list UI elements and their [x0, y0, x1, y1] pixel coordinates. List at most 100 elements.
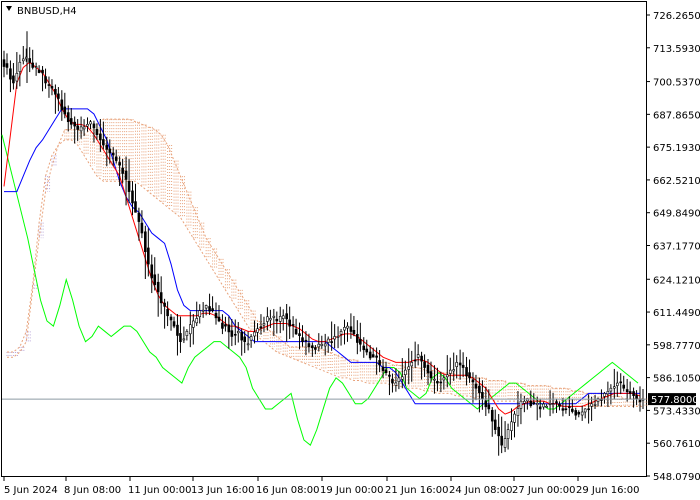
candle-body	[137, 212, 141, 222]
candle-body	[407, 366, 411, 370]
candle-body	[452, 369, 455, 372]
candle-body	[44, 76, 47, 84]
symbol-header[interactable]: BNBUSD,H4	[6, 6, 77, 17]
candle-body	[163, 302, 166, 307]
x-tick-label: 16 Jun 08:00	[256, 485, 320, 496]
candle-body	[571, 408, 574, 412]
candle-body	[371, 354, 375, 358]
y-tick-label: 700.5370	[653, 78, 700, 89]
candle-body	[127, 181, 131, 192]
candle-body	[236, 331, 240, 334]
x-tick-label: 24 Jun 08:00	[449, 485, 513, 496]
candle-body	[311, 345, 314, 349]
candle-body	[535, 402, 539, 406]
candle-body	[375, 355, 378, 358]
candle-body	[381, 366, 385, 372]
candle-body	[538, 406, 542, 410]
candle-body	[368, 351, 372, 359]
y-tick-label: 662.5210	[653, 176, 700, 187]
y-tick-label: 687.8650	[653, 110, 700, 121]
candle-body	[616, 382, 619, 386]
candle-body	[15, 72, 19, 82]
candle-body	[445, 374, 449, 378]
candle-body	[63, 106, 67, 115]
candle-body	[523, 400, 526, 404]
price-tag-value: 577.8000	[651, 395, 699, 406]
candle-body	[99, 133, 102, 141]
candle-body	[352, 329, 356, 335]
candle-body	[230, 330, 234, 337]
candle-body	[54, 88, 57, 95]
chart-canvas[interactable]: 726.2650 713.5930 700.5370 687.8650 675.1930…	[0, 0, 700, 500]
x-tick-label: 11 Jun 00:00	[128, 485, 192, 496]
candle-body	[558, 403, 561, 407]
price-axis[interactable]: 726.2650 713.5930 700.5370 687.8650 675.1930…	[646, 11, 700, 483]
candle-body	[365, 348, 369, 353]
candle-body	[76, 125, 79, 130]
candle-body	[179, 333, 182, 342]
candle-body	[625, 389, 629, 393]
candle-body	[108, 148, 112, 154]
candle-body	[516, 408, 520, 416]
x-tick-label: 13 Jun 16:00	[191, 485, 255, 496]
candle-body	[37, 69, 41, 73]
candle-body	[221, 322, 224, 329]
candle-body	[548, 402, 552, 405]
candle-body	[519, 400, 523, 409]
y-tick-label: 573.4330	[653, 406, 700, 417]
candle-body	[500, 435, 503, 446]
candle-body	[12, 75, 15, 84]
candle-body	[388, 374, 391, 377]
y-tick-label: 726.2650	[653, 11, 700, 22]
candle-body	[484, 400, 488, 408]
candle-body	[606, 391, 610, 395]
x-tick-label: 29 Jun 16:00	[576, 485, 640, 496]
candle-body	[603, 393, 606, 397]
candle-body	[211, 308, 214, 311]
candle-body	[66, 112, 70, 123]
candle-body	[298, 333, 301, 337]
candle-body	[243, 336, 246, 342]
x-tick-label: 19 Jun 00:00	[320, 485, 384, 496]
candle-body	[166, 309, 169, 317]
candle-body	[105, 144, 109, 150]
candle-body	[561, 408, 565, 411]
candle-body	[420, 355, 423, 362]
candle-body	[92, 123, 96, 129]
candle-body	[217, 316, 221, 322]
candle-body	[2, 59, 6, 67]
candle-body	[564, 408, 568, 411]
candle-body	[568, 406, 571, 408]
candle-body	[410, 362, 414, 367]
candle-body	[471, 379, 475, 383]
candle-body	[195, 318, 199, 324]
candle-body	[478, 385, 481, 394]
candle-body	[5, 63, 9, 68]
candle-body	[198, 310, 202, 318]
candle-body	[356, 334, 359, 343]
candle-body	[339, 331, 343, 335]
candle-body	[555, 401, 558, 404]
candle-body	[551, 403, 555, 406]
candle-body	[156, 281, 160, 293]
candle-body	[262, 323, 266, 326]
candle-body	[124, 170, 128, 180]
y-tick-label: 611.4490	[653, 308, 700, 319]
candle-body	[34, 66, 38, 68]
candle-body	[397, 377, 401, 382]
candle-body	[320, 343, 324, 346]
candle-body	[57, 93, 60, 99]
current-price-tag: 577.8000	[648, 393, 699, 406]
candle-body	[288, 319, 291, 327]
candle-body	[249, 336, 253, 341]
chart-window[interactable]: 726.2650 713.5930 700.5370 687.8650 675.1930…	[0, 0, 700, 500]
candle-body	[208, 306, 211, 312]
candle-body	[436, 381, 439, 384]
candle-body	[490, 409, 494, 422]
candle-body	[147, 247, 150, 265]
candle-body	[150, 264, 154, 279]
candle-body	[391, 378, 394, 384]
candle-body	[635, 394, 638, 399]
candle-body	[214, 312, 218, 319]
candle-body	[413, 359, 417, 362]
